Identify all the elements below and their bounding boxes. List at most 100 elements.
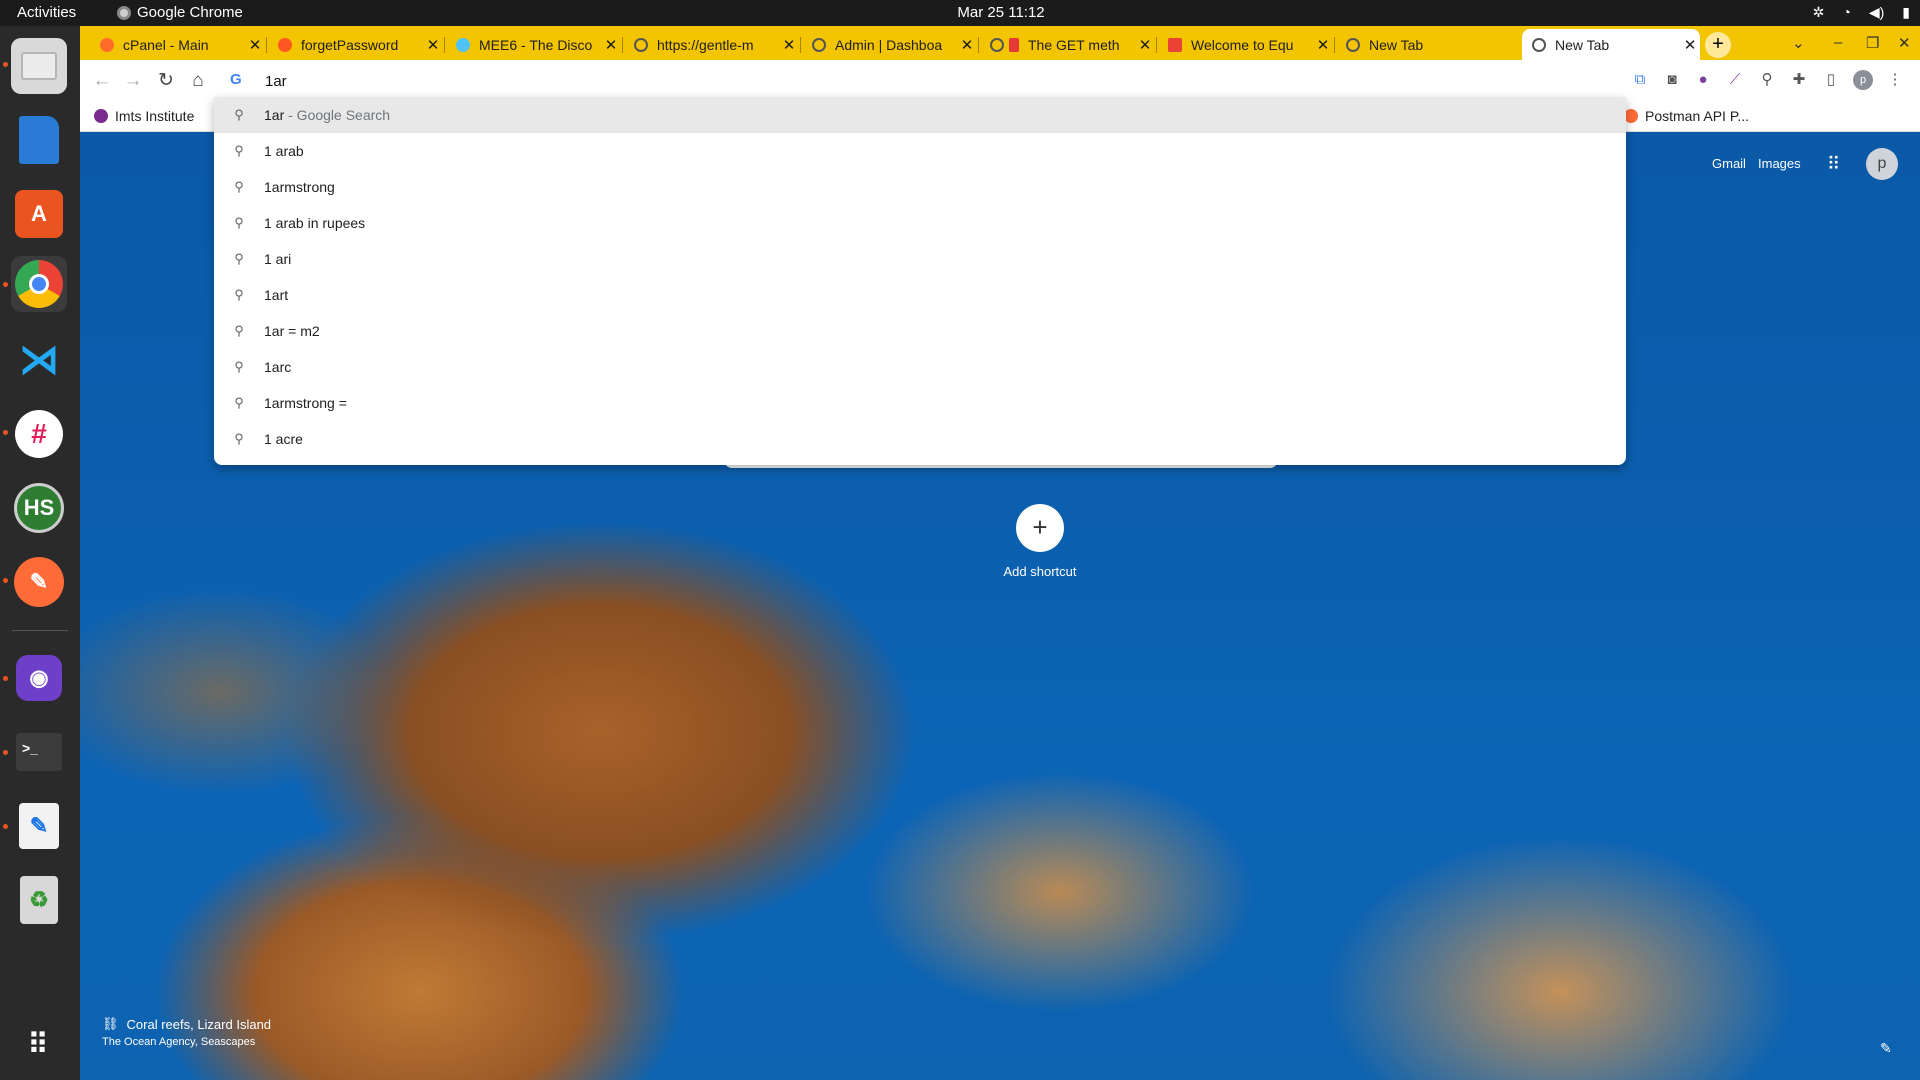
system-tray[interactable]: ✲ ◔ ◀) ▮ xyxy=(1813,4,1910,21)
suggestion-text: 1 arab xyxy=(264,143,304,159)
tab-title: MEE6 - The Disco xyxy=(479,36,593,53)
images-link[interactable]: Images xyxy=(1758,156,1801,171)
search-icon: ⚲ xyxy=(234,431,244,446)
add-shortcut-tile[interactable]: + Add shortcut xyxy=(975,504,1105,579)
tab-separator xyxy=(1156,37,1157,53)
activities-button[interactable]: Activities xyxy=(17,4,76,21)
home-icon[interactable]: ⌂ xyxy=(186,69,210,93)
tab-forget-password[interactable]: forgetPassword ✕ xyxy=(268,29,443,60)
close-window-icon[interactable]: ✕ xyxy=(1898,34,1911,52)
suggestion-row[interactable]: ⚲ 1 arab in rupees xyxy=(214,205,1626,241)
omnibox-input[interactable] xyxy=(265,66,1595,96)
suggestion-text: 1armstrong = xyxy=(264,395,347,411)
tab-title: Admin | Dashboa xyxy=(835,36,943,53)
suggestion-row[interactable]: ⚲ 1 acre xyxy=(214,421,1626,457)
tab-new-tab-active[interactable]: New Tab ✕ xyxy=(1522,29,1700,60)
restore-icon[interactable]: ❐ xyxy=(1866,34,1879,52)
attribution-credit-link[interactable]: The Ocean Agency, Seascapes xyxy=(102,1036,255,1048)
gmail-link[interactable]: Gmail xyxy=(1712,156,1746,171)
tab-search-icon[interactable]: ⌄ xyxy=(1792,34,1805,52)
system-top-bar: Activities Google Chrome Mar 25 11:12 ✲ … xyxy=(0,0,1920,26)
tab-title: https://gentle-m xyxy=(657,36,754,53)
suggestion-row[interactable]: ⚲ 1ar = m2 xyxy=(214,313,1626,349)
dock-separator xyxy=(12,630,68,631)
files-icon[interactable] xyxy=(11,38,67,94)
back-icon[interactable]: ← xyxy=(90,69,114,93)
suggestion-row[interactable]: ⚲ 1armstrong xyxy=(214,169,1626,205)
link-icon: ⛓ xyxy=(102,1016,119,1031)
close-tab-icon[interactable]: ✕ xyxy=(423,36,443,54)
extensions-puzzle-icon[interactable]: ✚ xyxy=(1789,70,1809,90)
running-indicator xyxy=(3,578,8,583)
search-icon: ⚲ xyxy=(234,215,244,230)
show-apps-icon[interactable]: ⠿ xyxy=(11,1016,67,1072)
text-editor-icon[interactable]: ✎ xyxy=(11,798,67,854)
attribution-title-link[interactable]: Coral reefs, Lizard Island xyxy=(127,1017,272,1032)
slack-icon[interactable]: # xyxy=(11,406,67,462)
search-icon: ⚲ xyxy=(234,251,244,266)
suggestion-row[interactable]: ⚲ 1arc xyxy=(214,349,1626,385)
minimize-icon[interactable]: – xyxy=(1834,34,1842,51)
close-tab-icon[interactable]: ✕ xyxy=(1135,36,1155,54)
bookmark-postman-api[interactable]: Postman API P... xyxy=(1624,108,1749,124)
tab-welcome-equ[interactable]: Welcome to Equ ✕ xyxy=(1158,29,1333,60)
new-tab-button[interactable]: + xyxy=(1705,32,1731,58)
google-apps-icon[interactable]: ⠿ xyxy=(1827,154,1840,175)
suggestion-text: 1art xyxy=(264,287,289,303)
dock: A ⋊ # HS ✎ ◉ >_ ✎ ♻ ⠿ xyxy=(0,26,80,1080)
add-icon: + xyxy=(1016,504,1064,552)
customize-pencil-icon[interactable]: ✎ xyxy=(1880,1040,1892,1057)
close-tab-icon[interactable]: ✕ xyxy=(601,36,621,54)
bookmark-label: Postman API P... xyxy=(1645,108,1750,124)
app-center-icon[interactable]: A xyxy=(11,186,67,242)
account-avatar[interactable]: p xyxy=(1866,148,1898,180)
tab-mee6[interactable]: MEE6 - The Disco ✕ xyxy=(446,29,621,60)
menu-kebab-icon[interactable]: ⋮ xyxy=(1885,70,1905,90)
close-tab-icon[interactable]: ✕ xyxy=(1313,36,1333,54)
running-indicator xyxy=(3,824,8,829)
forward-icon[interactable]: → xyxy=(121,69,145,93)
pen-extension-icon[interactable]: ⟋ xyxy=(1725,70,1745,90)
terminal-icon[interactable]: >_ xyxy=(11,724,67,780)
globe-icon xyxy=(812,37,826,52)
tab-cpanel[interactable]: cPanel - Main ✕ xyxy=(90,29,265,60)
suggestion-row[interactable]: ⚲ 1art xyxy=(214,277,1626,313)
suggestion-row[interactable]: ⚲ 1ar - Google Search xyxy=(214,97,1626,133)
bookmark-imts-institute[interactable]: Imts Institute xyxy=(94,108,194,124)
tab-get-method[interactable]: The GET meth ✕ xyxy=(980,29,1155,60)
postman-icon[interactable]: ✎ xyxy=(11,554,67,610)
close-tab-icon[interactable]: ✕ xyxy=(1680,36,1700,54)
vscode-icon[interactable]: ⋊ xyxy=(11,332,67,388)
libreoffice-writer-icon[interactable] xyxy=(11,112,67,168)
side-panel-icon[interactable]: ▯ xyxy=(1821,70,1841,90)
app-menu[interactable]: Google Chrome xyxy=(117,4,243,21)
search-icon: ⚲ xyxy=(234,143,244,158)
hs-app-icon[interactable]: HS xyxy=(11,480,67,536)
github-desktop-icon[interactable]: ◉ xyxy=(11,650,67,706)
tab-title: New Tab xyxy=(1555,36,1610,53)
globe-icon xyxy=(990,37,1004,52)
suggestion-row[interactable]: ⚲ 1 ari xyxy=(214,241,1626,277)
chrome-dock-icon[interactable] xyxy=(11,256,67,312)
clock[interactable]: Mar 25 11:12 xyxy=(957,4,1044,21)
tab-title: forgetPassword xyxy=(301,36,399,53)
suggestion-row[interactable]: ⚲ 1armstrong = xyxy=(214,385,1626,421)
translate-icon[interactable]: ⧉ xyxy=(1630,70,1650,90)
running-indicator xyxy=(3,750,8,755)
screenshot-icon[interactable]: ◙ xyxy=(1662,70,1682,90)
reload-icon[interactable]: ↻ xyxy=(154,69,178,93)
close-tab-icon[interactable]: ✕ xyxy=(245,36,265,54)
profile-avatar-icon[interactable]: p xyxy=(1853,70,1873,90)
tab-separator xyxy=(266,37,267,53)
location-pin-icon[interactable]: ⚲ xyxy=(1757,70,1777,90)
tab-gentle[interactable]: https://gentle-m ✕ xyxy=(624,29,799,60)
bookmark-label: Imts Institute xyxy=(115,108,195,124)
suggestion-row[interactable]: ⚲ 1 arab xyxy=(214,133,1626,169)
running-indicator xyxy=(3,676,8,681)
trash-icon[interactable]: ♻ xyxy=(11,872,67,928)
close-tab-icon[interactable]: ✕ xyxy=(779,36,799,54)
extension-circle-icon[interactable]: ● xyxy=(1693,70,1713,90)
close-tab-icon[interactable]: ✕ xyxy=(957,36,977,54)
tab-admin-dashboard[interactable]: Admin | Dashboa ✕ xyxy=(802,29,977,60)
tab-title: Welcome to Equ xyxy=(1191,36,1294,53)
